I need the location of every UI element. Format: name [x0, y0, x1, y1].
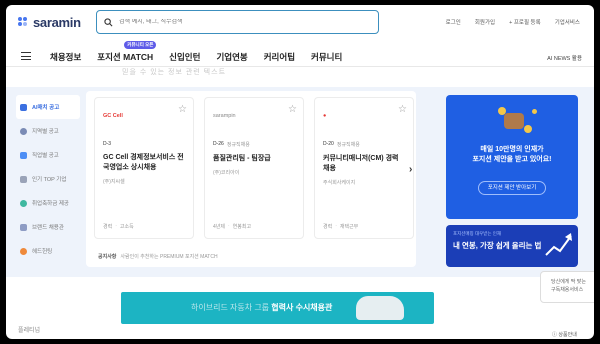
gift-icon — [20, 199, 27, 207]
salary-banner[interactable]: 포지션매칭 대우받는 인재 내 연봉, 가장 쉽게 올리는 법 — [446, 225, 578, 267]
main-nav: 채용정보 포지션 MATCH 커뮤니티 오픈 신입인턴 기업연봉 커리어팁 커뮤… — [6, 41, 594, 67]
brand-icon — [20, 223, 27, 231]
footer-tag: 재택근무 — [339, 224, 359, 230]
nav-career-tip[interactable]: 커리어팁 — [264, 51, 295, 63]
sidebar-item-label: 직업별 공고 — [32, 153, 59, 159]
ad-subtext: 하이브리드 자동차 그룹 — [191, 303, 270, 312]
coin-icon — [532, 109, 537, 114]
product-info-link[interactable]: ⓘ 상품안내 — [552, 331, 577, 338]
sidebar-item-label: 브랜드 채용관 — [32, 225, 64, 231]
sidebar: AI매치 공고 지역별 공고 직업별 공고 인기 TOP 기업 취업축하금 제공… — [16, 95, 80, 263]
position-offer-banner[interactable]: 매일 10만명의 인재가 포지션 제안을 받고 있어요! 포지션 제안 받아보기 — [446, 95, 578, 219]
logo-mark-icon — [18, 16, 30, 29]
promo-text: 매일 10만명의 인재가 포지션 제안을 받고 있어요! — [446, 145, 578, 165]
ghost-text: 믿을 수 있는 정보 관련 텍스트 — [122, 69, 227, 76]
coin-icon — [524, 125, 532, 133]
tooltip-line-1: 당신에게 딱 맞는 — [551, 279, 586, 285]
nav-job-info[interactable]: 채용정보 — [50, 51, 81, 63]
ad-text: 하이브리드 자동차 그룹 협력사 수시채용관 — [191, 302, 332, 313]
footer-tag: 경력 — [323, 224, 333, 230]
coin-icon — [498, 107, 506, 115]
company-logo: GC Cell — [103, 113, 123, 119]
job-panel: ☆ GC Cell D-3 GC Cell 경제정보서비스 전국영업소 상시채용… — [86, 91, 416, 267]
dday-label: D-26 — [213, 141, 224, 147]
sidebar-item-region[interactable]: 지역별 공고 — [16, 119, 80, 143]
company-logo: ● — [323, 113, 327, 119]
search-input[interactable] — [119, 19, 359, 25]
ai-news-link[interactable]: AI NEWS 활용 — [547, 54, 582, 62]
top-header: saramin 로그인 회원가입 + 프로필 등록 기업서비스 — [6, 5, 594, 39]
sidebar-item-brand[interactable]: 브랜드 채용관 — [16, 215, 80, 239]
company-name: (주)코리아이 — [213, 170, 240, 176]
job-card[interactable]: ☆ ● D-20 정규직채용 커뮤니티매니저(CM) 경력 채용 주식회사케이지 … — [314, 97, 414, 239]
promo-line-2: 포지션 제안을 받고 있어요! — [472, 156, 552, 163]
bookmark-star-icon[interactable]: ☆ — [398, 104, 407, 115]
search-box[interactable] — [96, 10, 379, 34]
subscription-tooltip[interactable]: 당신에게 딱 맞는 구독채용서비스 — [540, 271, 594, 303]
notice-label: 공지사항 — [98, 254, 117, 260]
footer-tag: 4년제 — [213, 224, 225, 230]
new-badge: 커뮤니티 오픈 — [124, 41, 157, 49]
ad-banner[interactable]: 하이브리드 자동차 그룹 협력사 수시채용관 — [121, 292, 434, 324]
briefcase-icon — [20, 151, 27, 159]
company-name: (주)지씨셀 — [103, 179, 125, 185]
signup-link[interactable]: 회원가입 — [475, 18, 495, 26]
pin-icon — [20, 127, 27, 135]
sidebar-item-label: AI매치 공고 — [32, 105, 60, 111]
login-link[interactable]: 로그인 — [446, 18, 461, 26]
car-image — [356, 296, 404, 320]
nav-salary[interactable]: 기업연봉 — [216, 51, 247, 63]
search-icon — [104, 17, 113, 26]
profile-register-link[interactable]: + 프로필 등록 — [509, 18, 541, 26]
footer-tag: 경력 — [103, 224, 113, 230]
building-icon — [20, 175, 27, 183]
headhunting-icon — [20, 247, 27, 255]
tooltip-line-2: 구독채용서비스 — [551, 287, 584, 293]
saramin-logo[interactable]: saramin — [18, 15, 81, 30]
bookmark-star-icon[interactable]: ☆ — [178, 104, 187, 115]
sidebar-item-label: 헤드헌팅 — [32, 249, 53, 255]
sidebar-item-label: 취업축하금 제공 — [32, 201, 69, 207]
notice-bar[interactable]: 공지사항 사람인이 추천하는 PREMIUM 포지션 MATCH — [98, 253, 218, 260]
job-card[interactable]: ☆ sarampin D-26 정규직채용 품질관리팀 - 팀장급 (주)코리아이… — [204, 97, 304, 239]
dday-label: D-20 — [323, 141, 334, 147]
dday-label: D-3 — [103, 141, 112, 147]
job-card[interactable]: ☆ GC Cell D-3 GC Cell 경제정보서비스 전국영업소 상시채용… — [94, 97, 194, 239]
notice-text: 사람인이 추천하는 PREMIUM 포지션 MATCH — [120, 254, 218, 260]
platinum-section-title: 플레티넘 — [18, 328, 41, 334]
job-title: 품질관리팀 - 팀장급 — [213, 155, 271, 162]
sidebar-item-ai-match[interactable]: AI매치 공고 — [16, 95, 80, 119]
logo-text: saramin — [33, 15, 81, 30]
job-tag: 정규직채용 — [336, 142, 360, 148]
nav-position-match[interactable]: 포지션 MATCH 커뮤니티 오픈 — [97, 41, 157, 63]
business-service-link[interactable]: 기업서비스 — [555, 18, 580, 26]
nav-intern[interactable]: 신입인턴 — [169, 51, 200, 63]
menu-icon[interactable] — [21, 52, 31, 63]
sidebar-item-bonus[interactable]: 취업축하금 제공 — [16, 191, 80, 215]
nav-community[interactable]: 커뮤니티 — [311, 51, 342, 63]
company-name: 주식회사케이지 — [323, 180, 356, 186]
rising-arrow-icon — [545, 233, 572, 256]
bookmark-star-icon[interactable]: ☆ — [288, 104, 297, 115]
coin-icon — [504, 113, 524, 129]
sidebar-item-job[interactable]: 직업별 공고 — [16, 143, 80, 167]
promo-line-1: 매일 10만명의 인재가 — [480, 146, 544, 153]
job-tag: 정규직채용 — [226, 142, 250, 148]
footer-tag: 연봉최고 — [232, 224, 252, 230]
sidebar-item-label: 지역별 공고 — [32, 129, 59, 135]
ai-icon — [20, 103, 27, 111]
sidebar-item-label: 인기 TOP 기업 — [32, 177, 67, 183]
browser-frame: saramin 로그인 회원가입 + 프로필 등록 기업서비스 채용정보 포지션… — [6, 5, 594, 339]
receive-offer-button[interactable]: 포지션 제안 받아보기 — [478, 181, 546, 195]
next-arrow-icon[interactable]: › — [409, 164, 412, 175]
job-title: GC Cell 경제정보서비스 전국영업소 상시채용 — [103, 154, 184, 171]
company-logo: sarampin — [213, 113, 236, 119]
sidebar-item-top-company[interactable]: 인기 TOP 기업 — [16, 167, 80, 191]
job-title: 커뮤니티매니저(CM) 경력 채용 — [323, 155, 399, 172]
sidebar-item-headhunting[interactable]: 헤드헌팅 — [16, 239, 80, 263]
nav-position-match-label: 포지션 MATCH — [97, 52, 154, 62]
utility-links: 로그인 회원가입 + 프로필 등록 기업서비스 — [446, 18, 580, 26]
ad-headline: 협력사 수시채용관 — [271, 303, 333, 312]
footer-tag: 고소득 — [119, 224, 134, 230]
